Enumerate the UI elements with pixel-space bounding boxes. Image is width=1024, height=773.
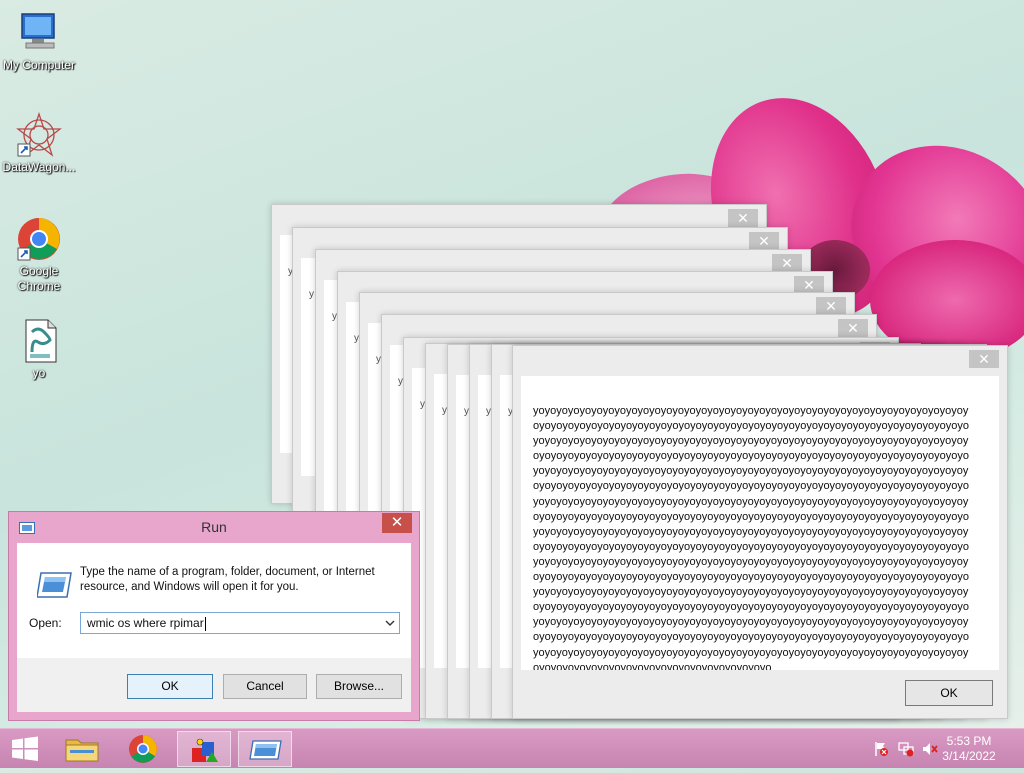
- script-file-icon: [16, 318, 62, 364]
- close-icon[interactable]: ✕: [749, 232, 779, 250]
- taskbar-file-explorer[interactable]: [55, 731, 109, 767]
- cancel-button[interactable]: Cancel: [223, 674, 307, 699]
- ok-button[interactable]: OK: [127, 674, 213, 699]
- close-icon[interactable]: ✕: [838, 319, 868, 337]
- close-icon[interactable]: ✕: [816, 297, 846, 315]
- browse-button[interactable]: Browse...: [316, 674, 402, 699]
- chrome-icon: [16, 216, 62, 262]
- run-icon: [249, 740, 282, 760]
- datawagon-star-icon: [16, 111, 62, 158]
- close-icon[interactable]: ✕: [728, 209, 758, 227]
- desktop-icon-google-chrome[interactable]: Google Chrome: [0, 216, 78, 294]
- chrome-icon: [129, 735, 157, 763]
- dialog-title: Run: [201, 519, 227, 535]
- taskbar-clock[interactable]: 5:53 PM 3/14/2022: [934, 734, 1004, 764]
- run-description: Type the name of a program, folder, docu…: [80, 566, 375, 593]
- desktop-icon-my-computer[interactable]: My Computer: [0, 10, 78, 73]
- clock-time: 5:53 PM: [946, 734, 992, 748]
- action-center-flag-icon[interactable]: [873, 741, 889, 757]
- taskbar-chrome[interactable]: [116, 731, 170, 767]
- open-label: Open:: [29, 616, 62, 630]
- desktop-icon-yo-script[interactable]: yo: [0, 318, 78, 381]
- run-dialog[interactable]: Run ✕ Type the name of a program, folder…: [8, 511, 420, 721]
- taskbar-run[interactable]: [238, 731, 292, 767]
- taskbar: 5:53 PM 3/14/2022: [0, 728, 1024, 768]
- clock-date: 3/14/2022: [942, 749, 996, 763]
- message-box[interactable]: ✕ yoyoyoyoyoyoyoyoyoyoyoyoyoyoyoyoyoyoyo…: [512, 345, 1008, 719]
- chevron-down-icon[interactable]: [385, 613, 395, 641]
- close-icon[interactable]: ✕: [382, 513, 412, 533]
- message-ok-button[interactable]: OK: [905, 680, 993, 706]
- close-icon[interactable]: ✕: [772, 254, 802, 272]
- computer-icon: [16, 10, 62, 56]
- desktop-icon-datawagon[interactable]: DataWagon...: [0, 111, 78, 175]
- message-text: yoyoyoyoyoyoyoyoyoyoyoyoyoyoyoyoyoyoyoyo…: [533, 405, 969, 670]
- close-icon[interactable]: ✕: [969, 350, 999, 368]
- message-body: yoyoyoyoyoyoyoyoyoyoyoyoyoyoyoyoyoyoyoyo…: [521, 376, 999, 670]
- run-icon: [36, 571, 73, 599]
- shapes-app-icon: [192, 738, 218, 762]
- start-button[interactable]: [0, 731, 50, 767]
- text-caret: [204, 616, 206, 631]
- windows-logo-icon: [12, 736, 38, 761]
- folder-icon: [65, 739, 99, 762]
- open-input-value[interactable]: wmic os where rpimar: [87, 616, 204, 630]
- open-combobox[interactable]: wmic os where rpimar: [80, 612, 400, 634]
- network-icon[interactable]: [898, 741, 914, 757]
- taskbar-datawagon-app[interactable]: [177, 731, 231, 767]
